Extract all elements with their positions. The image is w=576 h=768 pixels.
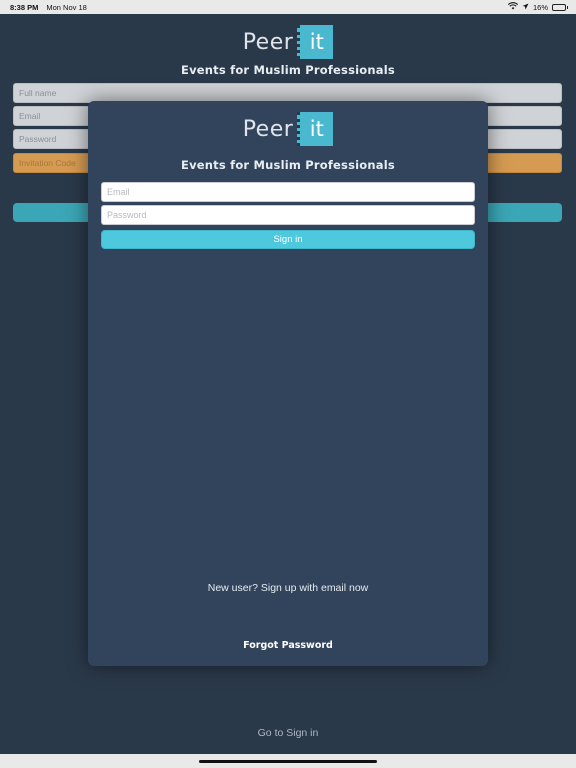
- status-date: Mon Nov 18: [46, 2, 87, 12]
- forgot-password-link[interactable]: Forgot Password: [88, 640, 488, 651]
- logo-it-text: it: [297, 25, 334, 59]
- status-indicators: 16%: [507, 2, 568, 12]
- tagline: Events for Muslim Professionals: [181, 63, 395, 77]
- battery-icon: [552, 3, 568, 11]
- signin-password-input[interactable]: [101, 205, 475, 225]
- full-name-field[interactable]: Full name: [13, 83, 562, 103]
- status-time: 8:38 PM: [10, 2, 39, 12]
- wifi-icon: [507, 2, 519, 12]
- bottom-bar: [0, 754, 576, 768]
- peerit-logo: Peer it: [0, 25, 576, 59]
- logo-peer-text: Peer: [242, 116, 294, 142]
- signin-button[interactable]: Sign in: [101, 230, 475, 249]
- home-indicator[interactable]: [199, 760, 377, 763]
- go-to-signin-link[interactable]: Go to Sign in: [0, 727, 576, 739]
- signin-modal: Peer it Events for Muslim Professionals …: [88, 101, 488, 666]
- logo-it-text: it: [297, 112, 334, 146]
- signin-email-input[interactable]: [101, 182, 475, 202]
- modal-tagline: Events for Muslim Professionals: [181, 158, 395, 172]
- modal-peerit-logo: Peer it: [88, 112, 488, 146]
- logo-peer-text: Peer: [242, 29, 294, 55]
- signup-with-email-link[interactable]: New user? Sign up with email now: [88, 582, 488, 594]
- battery-percent: 16%: [532, 2, 548, 12]
- location-arrow-icon: [522, 3, 529, 12]
- status-bar: 8:38 PM Mon Nov 18 16%: [0, 0, 576, 14]
